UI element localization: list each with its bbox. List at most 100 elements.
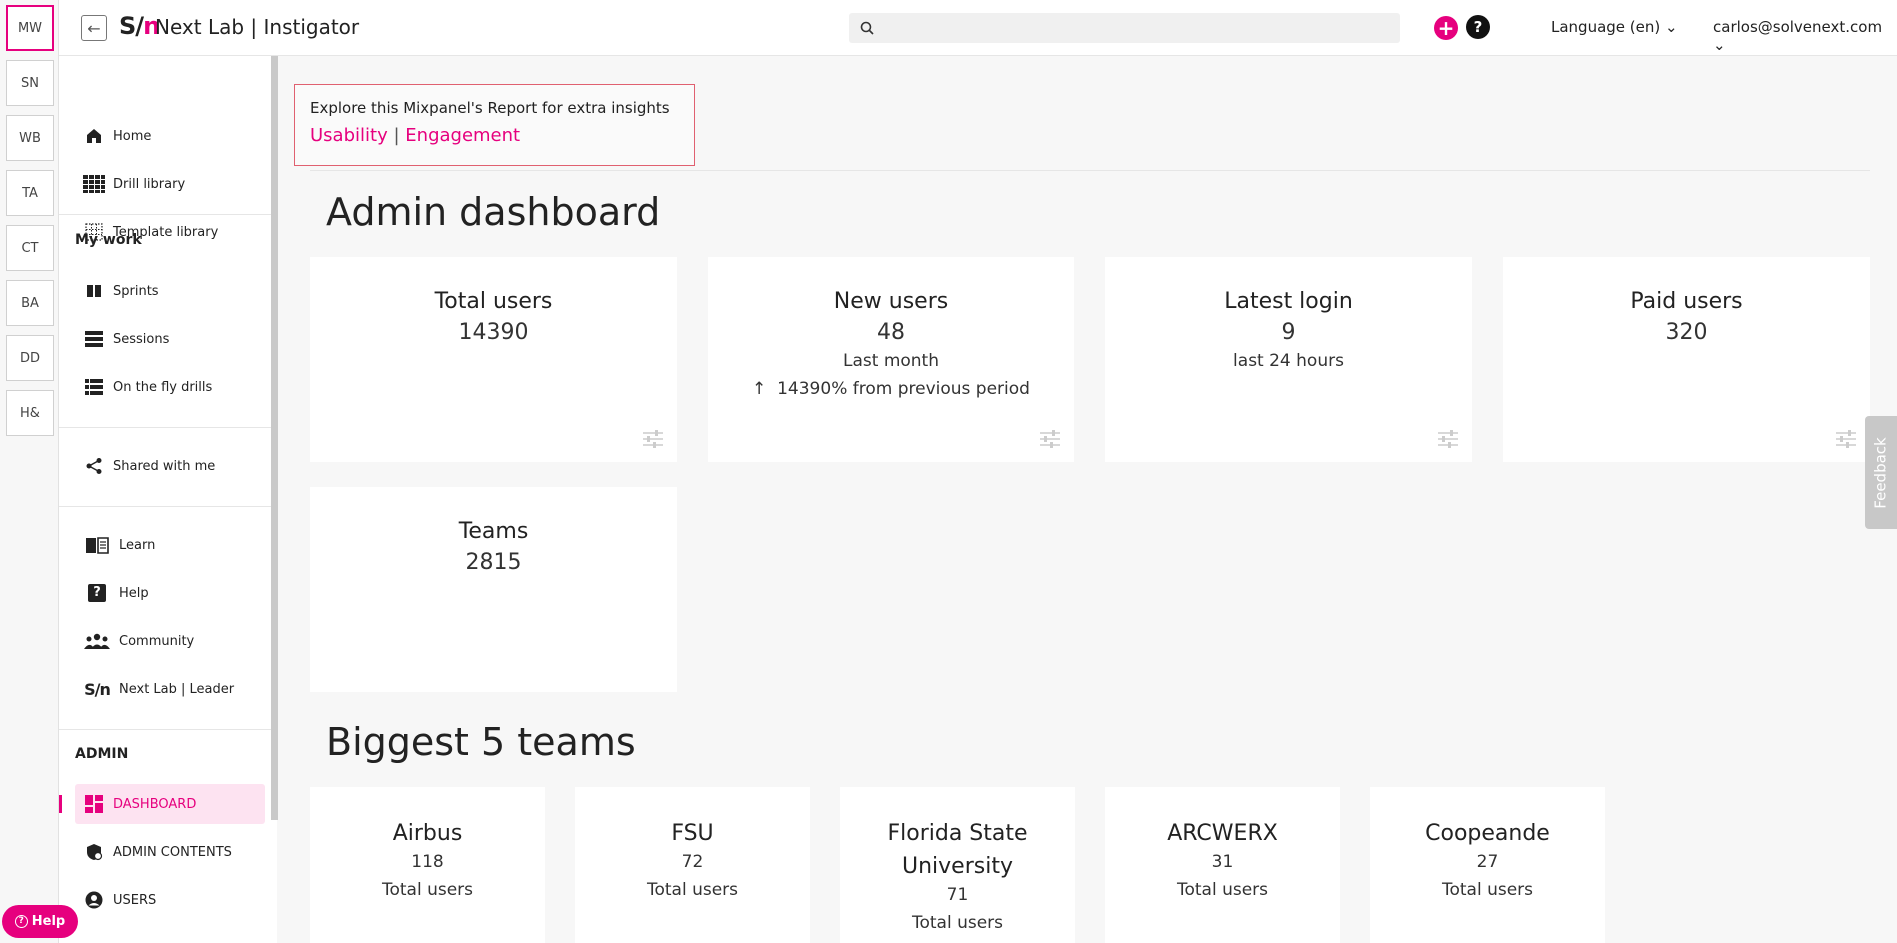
chevron-down-icon: ⌄: [1665, 18, 1678, 36]
mixpanel-insight-banner: Explore this Mixpanel's Report for extra…: [294, 84, 695, 166]
card-value: 320: [1665, 320, 1708, 345]
dashboard-icon: [83, 793, 105, 815]
list-icon: [83, 376, 105, 398]
add-button[interactable]: +: [1434, 16, 1458, 40]
share-icon: [83, 455, 105, 477]
team-card: Florida State University 71 Total users: [840, 787, 1075, 943]
sidebar-item-sessions[interactable]: Sessions: [83, 326, 169, 352]
link-separator: |: [393, 125, 400, 146]
sidebar-item-label: USERS: [113, 892, 157, 908]
search-bar[interactable]: [849, 13, 1400, 43]
sidebar-divider: [59, 427, 277, 428]
workspace-dd[interactable]: DD: [6, 335, 54, 381]
card-trend: ↑ 14390% from previous period: [708, 379, 1074, 399]
sidebar-item-sprints[interactable]: Sprints: [83, 278, 159, 304]
sidebar-item-label: ADMIN CONTENTS: [113, 844, 232, 860]
card-title: New users: [833, 289, 949, 314]
card-value: 14390: [458, 320, 529, 345]
team-name: Florida State University: [887, 821, 1028, 879]
card-value: 48: [877, 320, 905, 345]
arrow-up-icon: ↑: [752, 379, 767, 399]
question-icon: ?: [83, 582, 111, 604]
team-count-label: Total users: [911, 913, 1004, 933]
sidebar-item-dashboard[interactable]: DASHBOARD: [83, 791, 196, 817]
card-title: Total users: [434, 289, 553, 314]
workspace-wb[interactable]: WB: [6, 115, 54, 161]
workspace-rail: MW SN WB TA CT BA DD H&: [0, 0, 59, 943]
team-card: FSU 72 Total users: [575, 787, 810, 943]
content-divider: [310, 170, 1870, 171]
sidebar-item-next-lab-leader[interactable]: S/n Next Lab | Leader: [83, 676, 234, 702]
settings-sliders-icon[interactable]: [1438, 430, 1458, 448]
sidebar-divider: [59, 506, 277, 507]
stat-card-new-users: New users 48 Last month ↑ 14390% from pr…: [708, 257, 1074, 462]
card-subtitle: Last month: [843, 351, 939, 371]
team-count-label: Total users: [381, 880, 474, 900]
feedback-tab[interactable]: Feedback: [1865, 416, 1897, 529]
workspace-sn[interactable]: SN: [6, 60, 54, 106]
team-count: 72: [681, 852, 704, 872]
sidebar-item-help[interactable]: ? Help: [83, 580, 149, 606]
workspace-h[interactable]: H&: [6, 390, 54, 436]
sidebar-item-label: Sessions: [113, 331, 170, 347]
sidebar-item-users[interactable]: USERS: [83, 887, 156, 913]
help-widget-button[interactable]: ? Help: [2, 905, 78, 938]
trend-text: 14390% from previous period: [777, 379, 1030, 399]
sidebar-item-label: Home: [113, 128, 152, 144]
chevron-down-icon: ⌄: [1713, 36, 1726, 54]
sidebar-item-home[interactable]: Home: [83, 123, 151, 149]
back-button[interactable]: ←: [81, 15, 107, 41]
engagement-link[interactable]: Engagement: [405, 125, 520, 146]
usability-link[interactable]: Usability: [310, 125, 388, 146]
sidebar-item-learn[interactable]: Learn: [83, 532, 155, 558]
sidebar-scrollbar[interactable]: [271, 56, 278, 820]
help-widget-label: Help: [31, 914, 66, 929]
sidebar-item-label: DASHBOARD: [113, 796, 197, 812]
stat-card-total-users: Total users 14390: [310, 257, 677, 462]
sidebar-item-shared-with-me[interactable]: Shared with me: [83, 453, 215, 479]
stack-icon: [83, 328, 105, 350]
shield-icon: [83, 841, 105, 863]
search-icon: [860, 21, 874, 35]
sidebar-item-label: Next Lab | Leader: [119, 681, 235, 697]
settings-sliders-icon[interactable]: [643, 430, 663, 448]
sidebar-item-community[interactable]: Community: [83, 628, 194, 654]
logo-icon: S/n: [84, 679, 111, 699]
user-icon: [83, 889, 105, 911]
feedback-label: Feedback: [1872, 436, 1890, 509]
stat-card-paid-users: Paid users 320: [1503, 257, 1870, 462]
team-card: Coopeande 27 Total users: [1370, 787, 1605, 943]
card-value: 9: [1281, 320, 1296, 345]
settings-sliders-icon[interactable]: [1040, 430, 1060, 448]
sidebar-item-label: Community: [119, 633, 195, 649]
sidebar-item-admin-contents[interactable]: ADMIN CONTENTS: [83, 839, 232, 865]
workspace-mw[interactable]: MW: [6, 5, 54, 51]
sidebar-item-on-the-fly-drills[interactable]: On the fly drills: [83, 374, 212, 400]
user-menu[interactable]: carlos@solvenext.com ⌄: [1713, 18, 1897, 54]
workspace-ba[interactable]: BA: [6, 280, 54, 326]
section-title-biggest-teams: Biggest 5 teams: [326, 720, 636, 764]
admin-heading: ADMIN: [75, 746, 129, 762]
team-count: 118: [411, 852, 444, 872]
community-icon: [83, 630, 111, 652]
workspace-ct[interactable]: CT: [6, 225, 54, 271]
team-name: FSU: [671, 821, 714, 846]
sidebar-item-drill-library[interactable]: Drill library: [83, 171, 185, 197]
help-icon[interactable]: ?: [1466, 15, 1490, 39]
sidebar-item-label: Learn: [119, 537, 156, 553]
settings-sliders-icon[interactable]: [1836, 430, 1856, 448]
stat-card-latest-login: Latest login 9 last 24 hours: [1105, 257, 1472, 462]
workspace-ta[interactable]: TA: [6, 170, 54, 216]
sidebar: Home Drill library Template library My w…: [59, 56, 277, 943]
card-value: 2815: [465, 550, 522, 575]
team-name: Airbus: [392, 821, 463, 846]
question-circle-icon: ?: [14, 915, 28, 928]
app-logo[interactable]: S/n: [119, 12, 160, 40]
sidebar-divider: [59, 729, 277, 730]
search-input[interactable]: [879, 13, 1389, 43]
language-select[interactable]: Language (en) ⌄: [1551, 18, 1678, 36]
language-label: Language (en): [1551, 18, 1661, 36]
sidebar-item-label: Shared with me: [113, 458, 216, 474]
user-email: carlos@solvenext.com: [1713, 18, 1883, 36]
active-indicator: [59, 795, 62, 813]
